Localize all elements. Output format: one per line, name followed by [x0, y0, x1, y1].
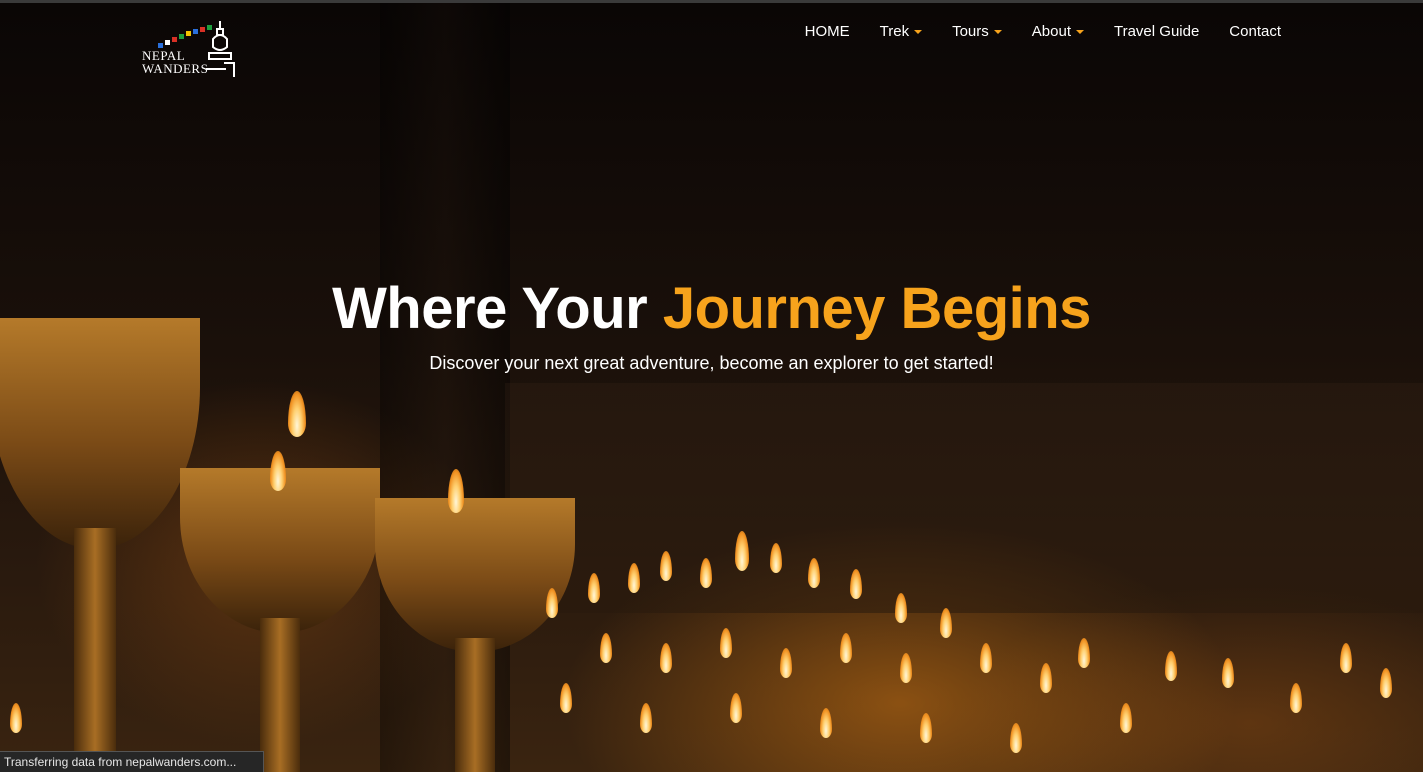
candle-flame: [1380, 668, 1392, 698]
hero-wall: [505, 383, 1423, 613]
candle-flame: [640, 703, 652, 733]
logo-wordmark: NEPAL WANDERS: [142, 49, 208, 75]
nav-item-label: About: [1031, 23, 1071, 40]
candle-flame: [1120, 703, 1132, 733]
candle-flame: [840, 633, 852, 663]
hero-background-image: [0, 3, 1423, 772]
candle-flame: [1010, 723, 1022, 753]
browser-status-bar: Transferring data from nepalwanders.com.…: [0, 751, 264, 772]
nav-item-about[interactable]: About: [1032, 22, 1084, 42]
caret-down-icon: [993, 30, 1002, 34]
butter-lamp: [180, 468, 380, 772]
candle-flame: [270, 451, 286, 491]
candle-flame: [820, 708, 832, 738]
nav-item-home[interactable]: HOME: [805, 22, 850, 42]
candle-flame: [660, 643, 672, 673]
candle-flame: [780, 648, 792, 678]
butter-lamp: [0, 318, 200, 772]
candle-flame: [600, 633, 612, 663]
nav-item-label: Travel Guide: [1113, 23, 1200, 40]
candle-flame: [920, 713, 932, 743]
candle-flame: [720, 628, 732, 658]
hero-title-accent: Journey Begins: [662, 276, 1092, 341]
candle-flame: [1340, 643, 1352, 673]
caret-down-icon: [914, 30, 923, 34]
hero-title-plain: Where Your: [332, 276, 663, 341]
candle-flame: [730, 693, 742, 723]
nav-item-tours[interactable]: Tours: [952, 22, 1002, 42]
nav-item-trek[interactable]: Trek: [879, 22, 923, 42]
nav-item-label: Tours: [952, 23, 989, 40]
main-navigation: NEPAL WANDERS HOME Trek Tours About Trav…: [0, 3, 1423, 77]
butter-lamp: [375, 498, 575, 772]
logo-line-2: WANDERS: [142, 61, 209, 76]
site-logo[interactable]: NEPAL WANDERS: [140, 19, 240, 83]
nav-item-contact[interactable]: Contact: [1229, 22, 1281, 42]
hero-title: Where Your Journey Begins: [0, 276, 1423, 342]
nav-menu: HOME Trek Tours About Travel Guide Conta…: [805, 22, 1281, 42]
candle-flame: [1078, 638, 1090, 668]
candle-flame: [980, 643, 992, 673]
nav-item-label: Trek: [879, 23, 910, 40]
candle-flame: [1040, 663, 1052, 693]
candle-flame: [288, 391, 306, 437]
candle-flame: [1290, 683, 1302, 713]
stupa-icon: [206, 21, 235, 77]
nav-item-label: HOME: [804, 23, 850, 40]
nav-item-travel-guide[interactable]: Travel Guide: [1114, 22, 1199, 42]
candle-flame: [900, 653, 912, 683]
nav-item-label: Contact: [1229, 23, 1281, 40]
hero-subtitle: Discover your next great adventure, beco…: [429, 353, 994, 373]
candle-flame: [1222, 658, 1234, 688]
caret-down-icon: [1075, 30, 1084, 34]
candle-flame: [1165, 651, 1177, 681]
